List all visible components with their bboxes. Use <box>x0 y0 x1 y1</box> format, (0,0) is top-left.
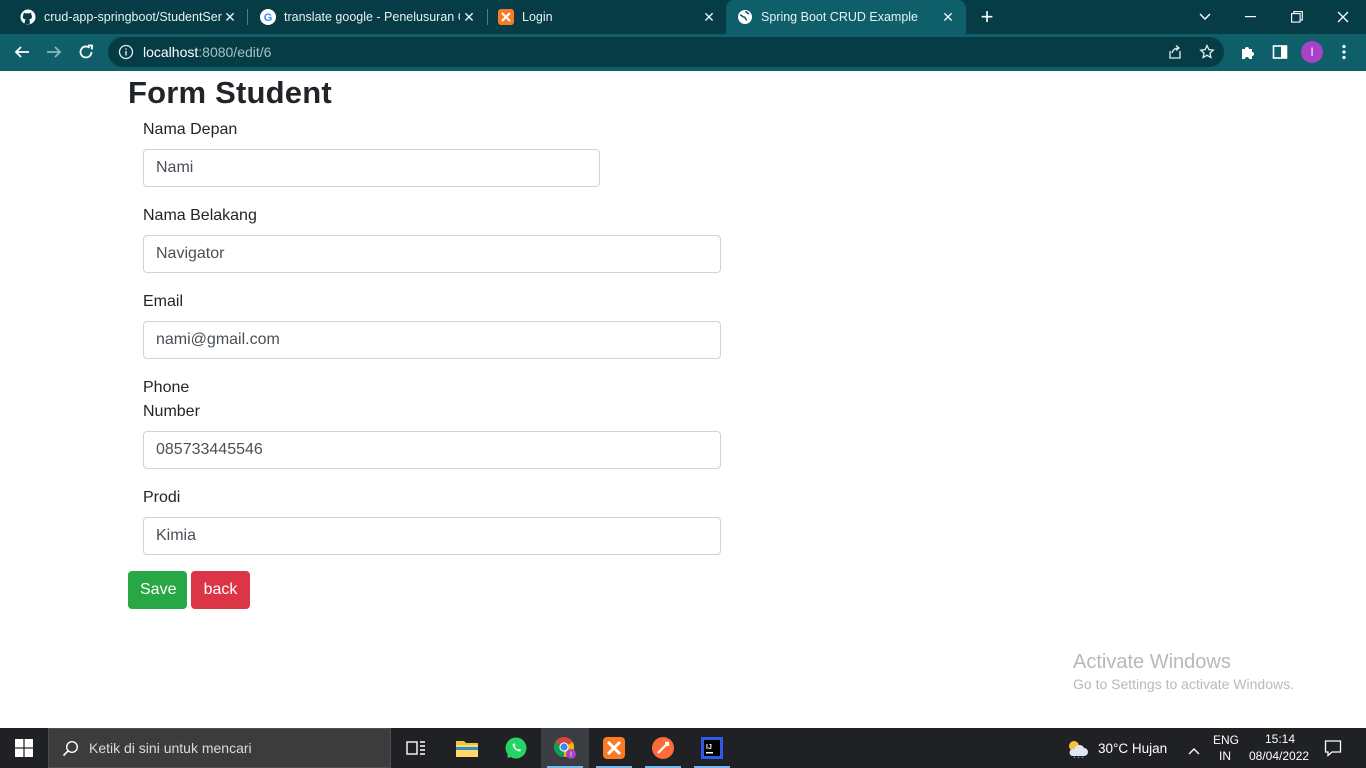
url-text: localhost:8080/edit/6 <box>143 44 271 60</box>
browser-menu-button[interactable] <box>1329 37 1359 67</box>
url-host: localhost <box>143 44 199 60</box>
tab-title: crud-app-springboot/StudentSer <box>44 10 222 24</box>
reload-button[interactable] <box>71 37 101 67</box>
taskbar-xampp[interactable] <box>590 728 638 768</box>
chrome-icon: I <box>553 737 576 759</box>
puzzle-icon <box>1242 47 1254 59</box>
restore-button[interactable] <box>1274 0 1320 34</box>
email-input[interactable] <box>143 321 721 359</box>
address-bar[interactable]: localhost:8080/edit/6 <box>108 37 1224 67</box>
clock-date[interactable]: 08/04/2022 <box>1249 749 1309 763</box>
arrow-left-icon <box>14 46 29 58</box>
first-name-input[interactable] <box>143 149 600 187</box>
task-view-button[interactable] <box>392 728 440 768</box>
close-icon <box>1337 11 1349 23</box>
svg-text:IJ: IJ <box>706 744 712 751</box>
close-tab-icon[interactable]: ✕ <box>940 9 956 25</box>
xampp-icon <box>603 737 625 759</box>
watermark-title: Activate Windows <box>1073 651 1231 673</box>
windows-logo-icon <box>15 739 33 757</box>
activate-windows-watermark: Activate Windows Go to Settings to activ… <box>1073 651 1294 692</box>
close-tab-icon[interactable]: ✕ <box>701 9 717 25</box>
chevron-down-icon <box>1199 13 1211 20</box>
xampp-icon <box>498 9 514 25</box>
taskbar-search-box[interactable]: Ketik di sini untuk mencari <box>48 728 391 768</box>
url-path: :8080/edit/6 <box>198 44 272 60</box>
prodi-input[interactable] <box>143 517 721 555</box>
clock-time[interactable]: 15:14 <box>1265 732 1295 746</box>
minimize-icon <box>1245 16 1256 18</box>
phone-label-line1: Phone <box>143 379 190 396</box>
search-placeholder: Ketik di sini untuk mencari <box>89 740 252 756</box>
svg-text:I: I <box>570 752 572 759</box>
restore-icon <box>1291 11 1303 23</box>
svg-text:G: G <box>264 12 273 24</box>
weather-icon[interactable] <box>1066 738 1088 763</box>
forward-nav-button[interactable] <box>39 37 69 67</box>
prodi-label: Prodi <box>143 489 181 506</box>
folder-icon <box>456 741 478 757</box>
first-name-label: Nama Depan <box>143 121 238 138</box>
close-tab-icon[interactable]: ✕ <box>461 9 477 25</box>
phone-label-line2: Number <box>143 403 200 420</box>
last-name-input[interactable] <box>143 235 721 273</box>
weather-text[interactable]: 30°C Hujan <box>1098 741 1167 756</box>
language-code[interactable]: ENG <box>1213 733 1239 747</box>
phone-input[interactable] <box>143 431 721 469</box>
intellij-icon: IJ <box>701 737 723 759</box>
arrow-right-icon <box>47 46 62 58</box>
search-icon <box>62 740 79 762</box>
start-button[interactable] <box>0 728 48 768</box>
share-icon[interactable] <box>1167 44 1183 65</box>
email-label: Email <box>143 293 184 310</box>
tab-spring-boot-crud[interactable]: Spring Boot CRUD Example ✕ <box>726 0 966 34</box>
close-window-button[interactable] <box>1320 0 1366 34</box>
taskbar-chrome[interactable]: I <box>541 728 589 768</box>
back-button[interactable]: back <box>191 571 250 609</box>
chevron-up-icon[interactable] <box>1188 742 1200 760</box>
more-vert-icon <box>1342 44 1346 60</box>
globe-icon <box>737 9 753 25</box>
page-viewport: Form Student Nama Depan Nama Belakang Em… <box>0 71 1366 728</box>
tab-title: Spring Boot CRUD Example <box>761 10 919 24</box>
extensions-button[interactable] <box>1233 37 1263 67</box>
tab-github[interactable]: crud-app-springboot/StudentSer ✕ <box>0 0 246 34</box>
reload-icon <box>79 44 93 59</box>
page-title: Form Student <box>128 75 332 110</box>
side-panel-icon <box>1272 45 1288 59</box>
back-nav-button[interactable] <box>7 37 37 67</box>
new-tab-button[interactable]: + <box>975 4 999 29</box>
task-view-icon <box>406 741 425 755</box>
tab-title: Login <box>522 10 553 24</box>
taskbar-whatsapp[interactable] <box>492 728 540 768</box>
watermark-subtitle: Go to Settings to activate Windows. <box>1073 676 1294 692</box>
tab-google[interactable]: G translate google - Penelusuran G ✕ <box>240 0 485 34</box>
taskbar-intellij[interactable]: IJ <box>688 728 736 768</box>
taskbar-file-explorer[interactable] <box>443 728 491 768</box>
notification-icon[interactable] <box>1324 739 1342 762</box>
browser-toolbar: localhost:8080/edit/6 I <box>0 34 1366 71</box>
tab-login[interactable]: Login ✕ <box>478 0 725 34</box>
save-button[interactable]: Save <box>128 571 187 609</box>
info-icon[interactable] <box>118 44 134 65</box>
bookmark-star-icon[interactable] <box>1199 43 1215 65</box>
postman-icon <box>652 737 674 759</box>
language-region[interactable]: IN <box>1219 749 1231 763</box>
windows-taskbar: Ketik di sini untuk mencari I IJ 30°C Hu… <box>0 728 1366 768</box>
google-icon: G <box>260 9 276 25</box>
minimize-button[interactable] <box>1228 0 1274 34</box>
browser-tab-strip: crud-app-springboot/StudentSer ✕ G trans… <box>0 0 1366 34</box>
github-icon <box>20 9 36 25</box>
tab-search-button[interactable] <box>1182 0 1228 34</box>
close-tab-icon[interactable]: ✕ <box>222 9 238 25</box>
last-name-label: Nama Belakang <box>143 207 257 224</box>
taskbar-postman[interactable] <box>639 728 687 768</box>
profile-button[interactable]: I <box>1297 37 1327 67</box>
side-panel-button[interactable] <box>1265 37 1295 67</box>
avatar: I <box>1301 41 1323 63</box>
tab-title: translate google - Penelusuran G <box>284 10 460 24</box>
whatsapp-icon <box>505 737 527 759</box>
